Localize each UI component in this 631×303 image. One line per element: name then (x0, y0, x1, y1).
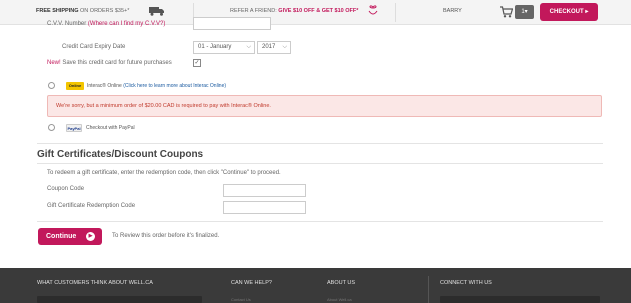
checkout-button[interactable]: CHECKOUT ▸ (540, 3, 598, 21)
footer-divider (428, 276, 429, 303)
truck-icon (149, 7, 164, 16)
refer-offer: GIVE $10 OFF & GET $10 OFF* (278, 8, 359, 14)
section-divider (37, 163, 603, 164)
footer-heading-connect: CONNECT WITH US (440, 280, 492, 286)
footer-link-contact[interactable]: Contact Us (231, 297, 251, 302)
paypal-radio[interactable] (48, 124, 55, 131)
footer: WHAT CUSTOMERS THINK ABOUT WELL.CA CAN W… (0, 268, 631, 303)
interac-error-alert: We're sorry, but a minimum order of $20.… (47, 95, 602, 117)
save-card-row: New! Save this credit card for future pu… (47, 60, 172, 66)
cvv-label-text: C.V.V. Number (47, 21, 87, 27)
footer-heading-help: CAN WE HELP? (231, 280, 272, 286)
free-shipping-strong: FREE SHIPPING (36, 8, 79, 14)
interac-label: Interac® Online (87, 83, 122, 89)
cart-icon[interactable] (500, 6, 513, 18)
save-card-label: Save this credit card for future purchas… (62, 60, 172, 66)
coupon-code-input[interactable] (223, 184, 306, 197)
interac-error-text: We're sorry, but a minimum order of $20.… (56, 103, 271, 109)
expiry-year-value: 2017 (262, 44, 276, 50)
save-card-checkbox[interactable]: ✓ (193, 59, 201, 67)
paypal-logo: PayPal (66, 124, 82, 132)
interac-option-text: Interac® Online (Click here to learn mor… (87, 83, 226, 89)
footer-heading-reviews: WHAT CUSTOMERS THINK ABOUT WELL.CA (37, 280, 153, 286)
footer-heading-about: ABOUT US (327, 280, 356, 286)
paypal-label: Checkout with PayPal (86, 125, 135, 131)
gift-code-label: Gift Certificate Redemption Code (47, 203, 136, 209)
expiry-month-select[interactable]: 01 - January ⌵ (193, 41, 255, 54)
new-badge: New! (47, 60, 61, 66)
reviews-widget (37, 296, 202, 303)
coupon-code-label: Coupon Code (47, 186, 85, 192)
interac-radio[interactable] (48, 82, 55, 89)
newsletter-input[interactable] (440, 296, 600, 303)
continue-label: Continue (46, 233, 77, 240)
gift-code-input[interactable] (223, 201, 306, 214)
continue-button[interactable]: Continue ▶ (38, 228, 102, 245)
interac-learn-more-link[interactable]: (Click here to learn more about Interac … (123, 83, 226, 89)
user-name[interactable]: BARRY (443, 8, 462, 14)
expiry-year-select[interactable]: 2017 ⌵ (257, 41, 291, 54)
expiry-label: Credit Card Expiry Date (62, 44, 126, 50)
gift-help-text: To redeem a gift certificate, enter the … (47, 170, 281, 176)
free-shipping-text: ON ORDERS $35+* (80, 8, 130, 14)
cvv-help-link[interactable]: (Where can I find my C.V.V?) (88, 21, 165, 27)
footer-link-about[interactable]: About Well.ca (327, 297, 352, 302)
gift-section-title: Gift Certificates/Discount Coupons (37, 149, 204, 160)
review-note: To Review this order before it's finaliz… (112, 233, 220, 239)
chevron-down-icon: ⌵ (282, 44, 287, 50)
expiry-month-value: 01 - January (198, 44, 232, 50)
cart-count-badge[interactable]: 1▾ (515, 5, 534, 19)
refer-text: REFER A FRIEND: (230, 8, 277, 14)
section-divider (37, 221, 603, 222)
free-shipping-promo: FREE SHIPPING ON ORDERS $35+* (36, 8, 129, 14)
interac-logo: Online (66, 82, 84, 90)
arrow-right-icon: ▶ (86, 232, 95, 241)
gift-icon (368, 5, 378, 15)
chevron-down-icon: ⌵ (246, 44, 251, 50)
refer-friend-link[interactable]: REFER A FRIEND: GIVE $10 OFF & GET $10 O… (230, 8, 358, 14)
section-divider (37, 143, 603, 144)
topbar-divider (395, 3, 396, 22)
cvv-label: C.V.V. Number (Where can I find my C.V.V… (47, 21, 165, 27)
cvv-input[interactable] (193, 17, 271, 30)
